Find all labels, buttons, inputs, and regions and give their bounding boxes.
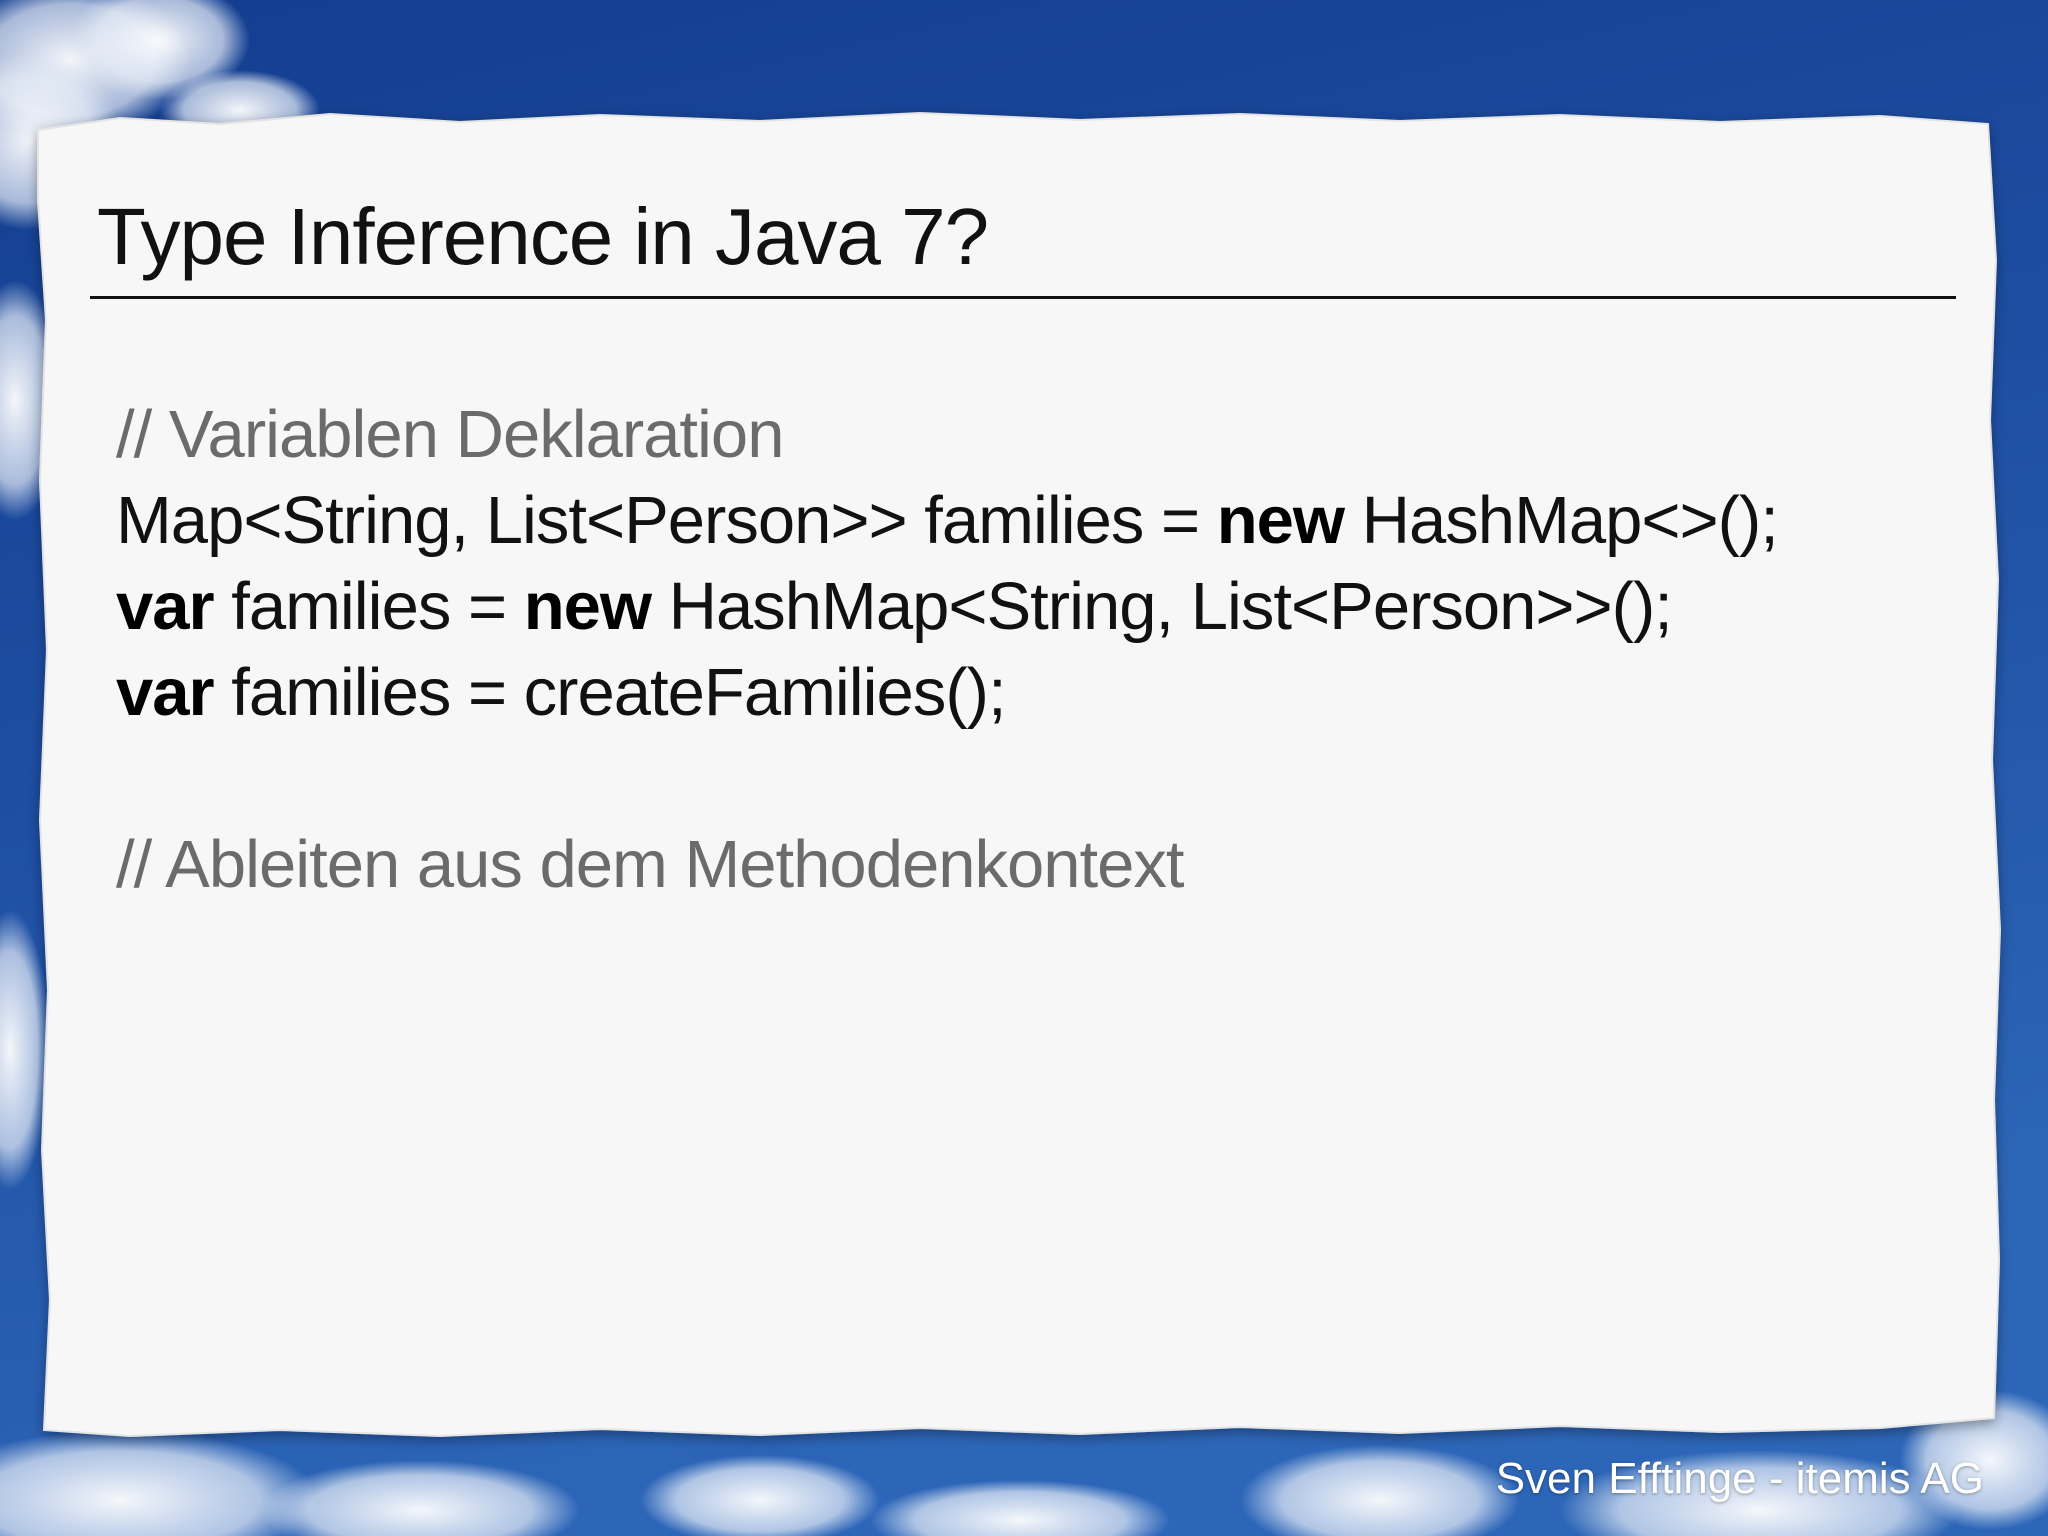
code-line: // Variablen Deklaration — [116, 392, 1778, 478]
code-line: // Ableiten aus dem Methodenkontext — [116, 822, 1778, 908]
code-text: families = createFamilies(); — [213, 655, 1006, 730]
code-line: var families = new HashMap<String, List<… — [116, 564, 1778, 650]
code-text: HashMap<>(); — [1344, 483, 1779, 558]
footer-credit: Sven Efftinge - itemis AG — [1495, 1454, 1984, 1503]
code-text: families = — [213, 569, 524, 644]
code-text: Map<String, List<Person>> families = — [116, 483, 1217, 558]
code-block: // Variablen Deklaration Map<String, Lis… — [116, 392, 1779, 908]
code-keyword: new — [523, 569, 652, 644]
code-keyword: var — [116, 569, 215, 644]
code-comment: // Ableiten aus dem Methodenkontext — [116, 827, 1184, 902]
slide-title: Type Inference in Java 7? — [97, 192, 989, 281]
code-keyword: new — [1216, 483, 1345, 558]
code-line: Map<String, List<Person>> families = new… — [116, 478, 1779, 564]
code-keyword: var — [116, 655, 215, 730]
title-underline — [90, 296, 1956, 299]
code-comment: // Variablen Deklaration — [116, 397, 784, 472]
code-line: var families = createFamilies(); — [116, 650, 1778, 736]
code-text: HashMap<String, List<Person>>(); — [651, 569, 1673, 644]
